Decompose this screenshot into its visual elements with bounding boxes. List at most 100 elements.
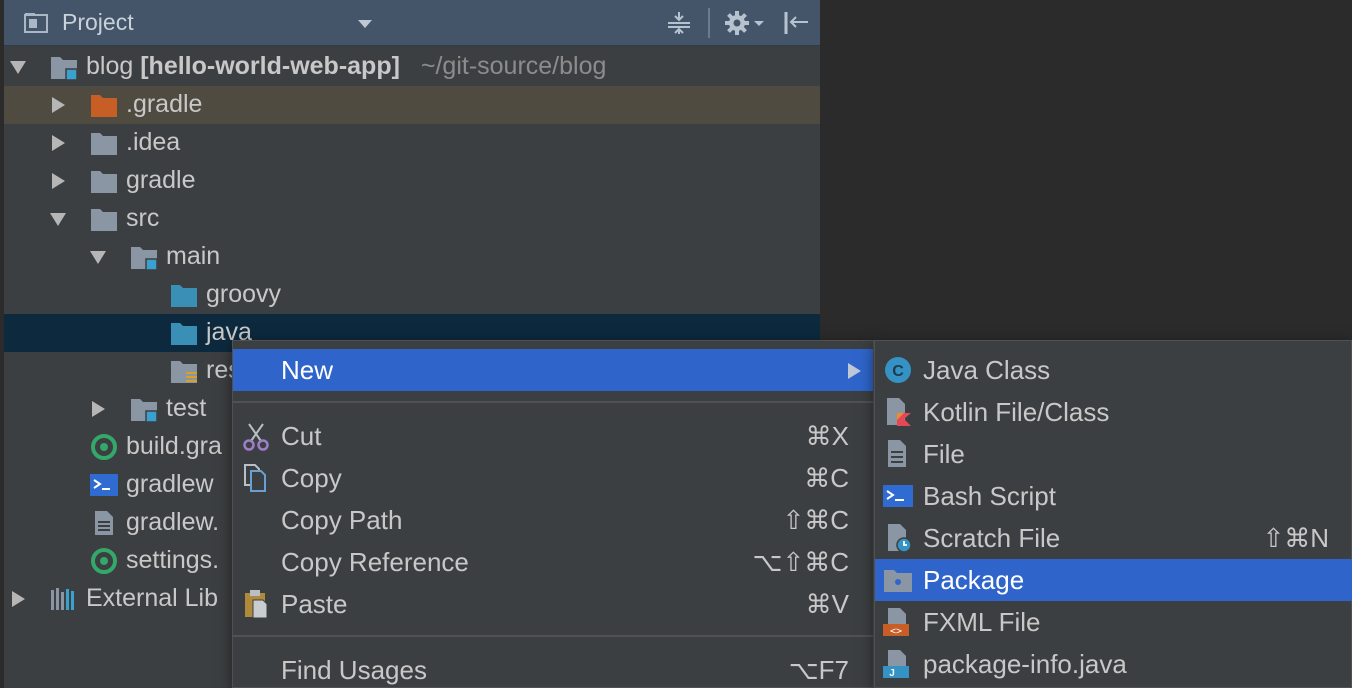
svg-text:C: C bbox=[892, 363, 904, 380]
submenu-item-package-info[interactable]: J package-info.java bbox=[875, 643, 1352, 685]
folder-excluded-icon bbox=[91, 95, 117, 117]
submenu-item-label: package-info.java bbox=[923, 649, 1127, 679]
collapse-all-icon[interactable] bbox=[666, 10, 692, 36]
chevron-right-icon[interactable] bbox=[92, 401, 105, 417]
chevron-right-icon[interactable] bbox=[52, 135, 65, 151]
tree-item-label: settings. bbox=[126, 546, 220, 574]
module-folder-icon bbox=[131, 247, 158, 270]
menu-item-label: New bbox=[281, 355, 334, 385]
tree-item-gradle-dir[interactable]: .gradle bbox=[4, 86, 820, 124]
submenu-item-file[interactable]: File bbox=[875, 433, 1352, 475]
tree-item-src[interactable]: src bbox=[4, 200, 820, 238]
tree-item-label: .gradle bbox=[126, 90, 203, 118]
submenu-item-label: Scratch File bbox=[923, 523, 1061, 553]
scratch-file-icon bbox=[888, 524, 912, 553]
svg-text:J: J bbox=[889, 668, 895, 679]
tree-item-gradle[interactable]: gradle bbox=[4, 162, 820, 200]
module-folder-icon bbox=[51, 57, 78, 80]
menu-item-new[interactable]: New bbox=[233, 349, 873, 391]
menu-item-label: Copy Reference bbox=[281, 547, 469, 577]
menu-item-find-usages[interactable]: Find Usages ⌥F7 bbox=[233, 649, 873, 688]
tree-item-label: build.gra bbox=[126, 432, 222, 460]
scissors-icon bbox=[243, 423, 269, 451]
menu-item-label: Copy Path bbox=[281, 505, 403, 535]
menu-item-paste[interactable]: Paste ⌘V bbox=[233, 583, 873, 625]
panel-title[interactable]: Project bbox=[62, 9, 134, 36]
menu-item-copy[interactable]: Copy ⌘C bbox=[233, 457, 873, 499]
menu-item-shortcut: ⌘X bbox=[805, 421, 849, 451]
package-icon bbox=[884, 570, 912, 592]
submenu-item-kotlin[interactable]: Kotlin File/Class bbox=[875, 391, 1352, 433]
new-submenu: C Java Class Kotlin File/Class File Bash… bbox=[874, 340, 1352, 688]
file-icon bbox=[888, 440, 906, 467]
tree-item-label: .idea bbox=[126, 128, 181, 156]
submenu-item-bash-script[interactable]: Bash Script bbox=[875, 475, 1352, 517]
paste-icon bbox=[245, 590, 268, 619]
bash-script-icon bbox=[883, 485, 913, 507]
tree-item-label: src bbox=[126, 204, 160, 232]
shell-script-icon bbox=[90, 474, 118, 496]
context-menu: New Cut ⌘X Copy ⌘C Copy Path ⇧⌘C Copy Re… bbox=[232, 340, 874, 688]
menu-item-cut[interactable]: Cut ⌘X bbox=[233, 415, 873, 457]
submenu-item-java-class[interactable]: C Java Class bbox=[875, 349, 1352, 391]
chevron-down-icon[interactable] bbox=[10, 61, 26, 74]
menu-item-label: Find Usages bbox=[281, 655, 427, 685]
submenu-item-label: Package bbox=[923, 565, 1025, 595]
source-folder-icon bbox=[171, 285, 197, 307]
gradle-icon bbox=[91, 548, 117, 574]
gear-icon[interactable] bbox=[724, 10, 768, 36]
toolbar-separator bbox=[708, 8, 710, 38]
menu-item-copy-reference[interactable]: Copy Reference ⌥⇧⌘C bbox=[233, 541, 873, 583]
submenu-item-scratch-file[interactable]: Scratch File ⇧⌘N bbox=[875, 517, 1352, 559]
source-folder-icon bbox=[171, 323, 197, 345]
kotlin-file-icon bbox=[887, 398, 911, 426]
submenu-item-label: File bbox=[923, 439, 965, 469]
tree-item-label: External Lib bbox=[86, 584, 219, 612]
module-folder-icon bbox=[131, 399, 158, 422]
resources-folder-icon bbox=[171, 361, 197, 383]
chevron-right-icon[interactable] bbox=[52, 173, 65, 189]
submenu-item-label: FXML File bbox=[923, 607, 1041, 637]
tree-item-label: groovy bbox=[206, 280, 282, 308]
submenu-item-label: Java Class bbox=[923, 355, 1051, 385]
tree-item-label: gradlew. bbox=[126, 508, 220, 536]
chevron-down-icon[interactable] bbox=[50, 213, 66, 226]
project-view-icon bbox=[24, 13, 48, 33]
tree-item-main[interactable]: main bbox=[4, 238, 820, 276]
submenu-item-package[interactable]: Package bbox=[875, 559, 1352, 601]
text-file-icon bbox=[95, 511, 113, 535]
menu-separator bbox=[233, 635, 873, 637]
root-name: blog bbox=[86, 52, 134, 80]
root-path: ~/git-source/blog bbox=[420, 52, 607, 80]
tree-item-groovy[interactable]: groovy bbox=[4, 276, 820, 314]
submenu-item-fxml[interactable]: <> FXML File bbox=[875, 601, 1352, 643]
menu-item-label: Copy bbox=[281, 463, 342, 493]
hide-panel-icon[interactable] bbox=[782, 10, 810, 36]
menu-item-shortcut: ⌥F7 bbox=[788, 655, 849, 685]
menu-item-shortcut: ⇧⌘C bbox=[782, 505, 849, 535]
folder-icon bbox=[91, 171, 117, 193]
menu-item-shortcut: ⌘C bbox=[804, 463, 849, 493]
copy-icon bbox=[244, 464, 266, 492]
tree-item-root[interactable]: blog [hello-world-web-app] ~/git-source/… bbox=[4, 48, 820, 86]
menu-item-copy-path[interactable]: Copy Path ⇧⌘C bbox=[233, 499, 873, 541]
menu-item-label: Paste bbox=[281, 589, 348, 619]
menu-separator bbox=[233, 401, 873, 403]
gradle-icon bbox=[91, 434, 117, 460]
chevron-right-icon bbox=[848, 363, 861, 379]
svg-text:<>: <> bbox=[890, 626, 902, 637]
chevron-right-icon[interactable] bbox=[12, 591, 25, 607]
tree-item-label: gradlew bbox=[126, 470, 214, 498]
submenu-item-label: Bash Script bbox=[923, 481, 1056, 511]
menu-item-shortcut: ⌥⇧⌘C bbox=[752, 547, 849, 577]
panel-header: Project bbox=[4, 0, 820, 46]
chevron-right-icon[interactable] bbox=[52, 97, 65, 113]
menu-item-label: Cut bbox=[281, 421, 322, 451]
chevron-down-icon[interactable] bbox=[90, 251, 106, 264]
menu-item-shortcut: ⌘V bbox=[805, 589, 849, 619]
tree-item-label: test bbox=[166, 394, 207, 422]
tree-item-idea[interactable]: .idea bbox=[4, 124, 820, 162]
tree-item-label: main bbox=[166, 242, 221, 270]
chevron-down-icon[interactable] bbox=[358, 20, 372, 28]
libraries-icon bbox=[51, 588, 74, 610]
